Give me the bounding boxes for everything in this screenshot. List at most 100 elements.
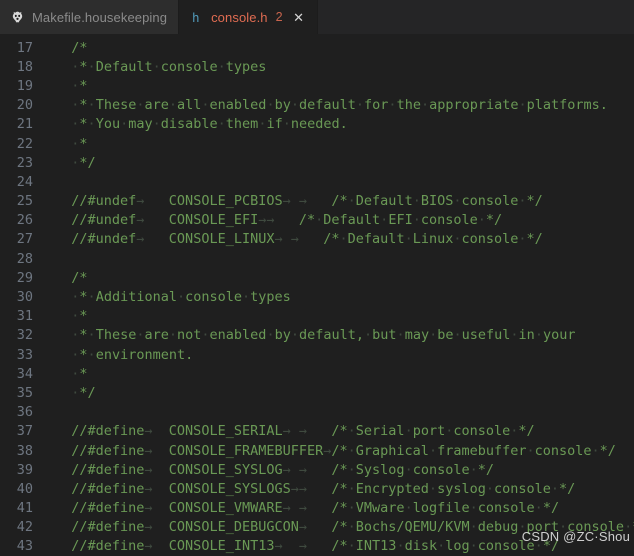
line-number: 41: [16, 500, 33, 517]
code-token: */: [79, 154, 96, 171]
code-editor[interactable]: 17 /* 18 ·*·Default·console·types 19 ·* 20 …: [0, 34, 634, 556]
whitespace-marker: →: [282, 193, 291, 210]
whitespace-marker: ·: [518, 97, 527, 114]
code-token: /*: [307, 538, 348, 555]
tab-console-h[interactable]: h console.h 2 ✕: [179, 0, 318, 34]
code-token: */: [526, 231, 543, 248]
line-number: 25: [16, 193, 33, 210]
whitespace-marker: ·: [217, 116, 226, 133]
tab-problem-count-badge: 2: [275, 10, 283, 24]
code-token: CONSOLE_DEBUGCON: [152, 519, 299, 536]
line-number: 43: [16, 538, 33, 555]
code-token: Default: [355, 193, 413, 210]
whitespace-marker: ·: [518, 519, 527, 536]
code-token: log: [445, 538, 470, 555]
line-number: 39: [16, 461, 33, 478]
editor-tab-bar: Makefile.housekeeping h console.h 2 ✕: [0, 0, 634, 34]
code-token: Bochs/QEMU/KVM: [355, 519, 470, 536]
line-content: ·*: [34, 136, 87, 152]
whitespace-marker: ·: [120, 116, 129, 133]
whitespace-marker: ·: [87, 58, 96, 75]
code-line: 22 ·*: [0, 134, 634, 153]
code-line: 28: [0, 249, 634, 268]
code-token: enabled: [209, 327, 267, 344]
code-token: */: [477, 461, 495, 478]
code-token: */: [518, 423, 535, 440]
whitespace-marker: ·: [388, 97, 397, 114]
line-number: 28: [16, 250, 33, 267]
tab-makefile-housekeeping[interactable]: Makefile.housekeeping: [0, 0, 180, 34]
line-number: 21: [16, 116, 33, 133]
code-token: not: [177, 327, 202, 344]
line-number: 42: [16, 519, 33, 536]
whitespace-marker: ·: [534, 538, 543, 555]
line-content: //#define→ CONSOLE_SYSLOG→ → /*·Syslog·c…: [34, 462, 494, 478]
line-number: 22: [16, 135, 33, 152]
code-line: 20 ·*·These·are·all·enabled·by·default·f…: [0, 96, 634, 115]
code-token: Serial: [355, 423, 405, 440]
code-token: *: [79, 365, 88, 382]
code-token: CONSOLE_FRAMEBUFFER: [152, 442, 324, 459]
code-token: *: [79, 346, 88, 363]
whitespace-marker: ·: [469, 519, 478, 536]
code-token: console: [185, 289, 243, 306]
code-token: types: [250, 289, 291, 306]
line-content: ·*·These·are·all·enabled·by·default·for·…: [34, 97, 608, 113]
code-lines: 17 /* 18 ·*·Default·console·types 19 ·* 20 …: [0, 38, 634, 556]
code-token: console: [453, 423, 511, 440]
code-token: /*: [274, 212, 316, 229]
code-token: framebuffer: [437, 442, 527, 459]
whitespace-marker: →: [144, 461, 153, 478]
code-token: These: [95, 327, 137, 344]
whitespace-marker: ·: [347, 500, 356, 517]
line-number: 18: [16, 58, 33, 75]
code-token: all: [177, 97, 202, 114]
line-content: ·*·You·may·disable·them·if·needed.: [34, 116, 348, 132]
code-token: */: [526, 193, 543, 210]
whitespace-marker: ·: [282, 116, 291, 133]
tab-label: console.h: [211, 9, 268, 25]
code-token: by: [274, 327, 291, 344]
whitespace-marker: ·: [217, 58, 226, 75]
whitespace-marker: ·: [518, 193, 527, 210]
code-token: disable: [160, 116, 218, 133]
code-token: */: [79, 384, 96, 401]
code-token: disk: [404, 538, 438, 555]
whitespace-marker: ·: [429, 327, 438, 344]
code-token: syslog: [437, 480, 486, 497]
code-token: //#define: [55, 519, 145, 536]
close-icon[interactable]: ✕: [292, 10, 306, 24]
code-token: BIOS: [420, 193, 454, 210]
whitespace-marker: ·: [87, 289, 96, 306]
code-token: Default: [347, 231, 405, 248]
whitespace-marker: ·: [339, 231, 348, 248]
code-token: */: [599, 442, 616, 459]
code-token: logfile: [412, 500, 470, 517]
code-token: in: [518, 327, 535, 344]
code-token: CONSOLE_SERIAL: [152, 423, 283, 440]
line-content: ·*: [34, 365, 88, 382]
whitespace-marker: →: [290, 231, 299, 248]
line-content: ·*/: [34, 384, 96, 401]
code-token: CONSOLE_INT13: [152, 538, 275, 555]
code-token: console: [477, 500, 535, 517]
whitespace-marker: ·: [477, 212, 486, 229]
code-token: Encrypted: [355, 480, 429, 497]
whitespace-marker: →: [144, 423, 153, 440]
whitespace-marker: ·: [420, 97, 430, 114]
line-content: ·*: [34, 308, 87, 324]
whitespace-marker: ·: [453, 231, 462, 248]
code-token: /*: [55, 269, 88, 286]
code-token: console: [461, 231, 519, 248]
tab-label: Makefile.housekeeping: [32, 9, 168, 25]
whitespace-marker: →: [144, 442, 153, 459]
whitespace-marker: ·: [347, 480, 356, 497]
code-token: You: [95, 116, 121, 133]
code-token: Linux: [412, 231, 454, 248]
whitespace-marker: →: [298, 519, 307, 536]
